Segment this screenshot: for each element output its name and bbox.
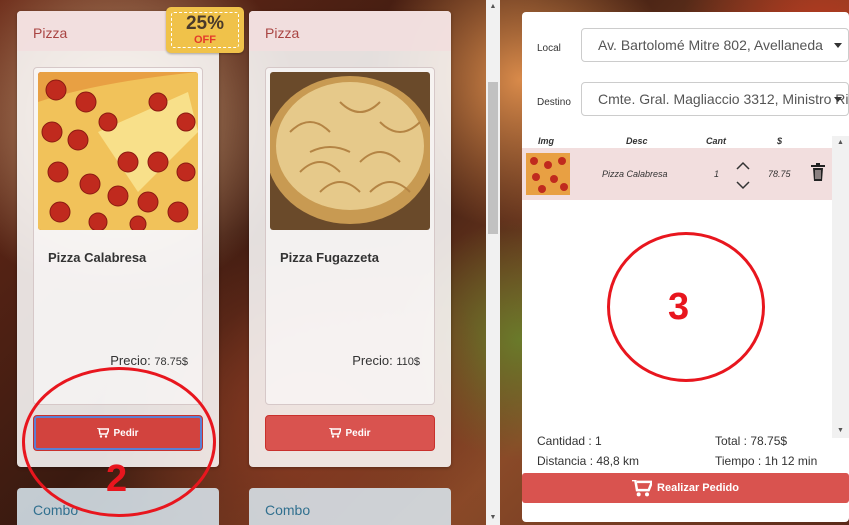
col-desc: Desc	[626, 136, 648, 146]
combo-card[interactable]: Combo	[249, 488, 451, 525]
realizar-pedido-button[interactable]: Realizar Pedido	[522, 473, 849, 503]
chevron-up-icon[interactable]	[735, 160, 751, 172]
product-body: Pizza Calabresa Precio: 78.75$	[33, 67, 203, 405]
col-price: $	[777, 136, 783, 146]
annotation-number: 3	[668, 286, 690, 328]
tiempo-text: Tiempo : 1h 12 min	[715, 454, 818, 468]
col-cant: Cant	[706, 136, 726, 146]
pedir-button-label: Pedir	[345, 427, 371, 439]
combo-category: Combo	[265, 502, 311, 518]
cart-scrollbar[interactable]: ▲ ▼	[832, 136, 849, 438]
destino-value: Cmte. Gral. Magliaccio 3312, Ministro Ri…	[598, 91, 849, 107]
product-card: Pizza Pizza Fugazzeta Precio: 110$ Pedir	[249, 11, 451, 467]
price-value: 78.75$	[154, 356, 188, 368]
item-desc: Pizza Calabresa	[602, 169, 668, 179]
scroll-thumb[interactable]	[488, 82, 498, 234]
product-name: Pizza Fugazzeta	[280, 250, 379, 265]
destino-label: Destino	[537, 97, 571, 108]
scroll-down-icon[interactable]: ▼	[832, 424, 849, 438]
price-value: 110$	[396, 356, 420, 368]
item-qty: 1	[714, 169, 720, 179]
chevron-down-icon[interactable]	[735, 179, 751, 191]
col-img: Img	[538, 136, 555, 146]
product-price: Precio: 78.75$	[110, 353, 188, 368]
product-price: Precio: 110$	[352, 353, 420, 368]
page-scrollbar[interactable]: ▲ ▼	[486, 0, 500, 525]
product-category: Pizza	[249, 11, 451, 51]
pedir-button[interactable]: Pedir	[265, 415, 435, 451]
trash-icon[interactable]	[810, 163, 826, 181]
local-value: Av. Bartolomé Mitre 802, Avellaneda	[598, 37, 823, 53]
destino-select[interactable]: Cmte. Gral. Magliaccio 3312, Ministro Ri…	[581, 82, 849, 116]
total-text: Total : 78.75$	[715, 434, 788, 448]
product-name: Pizza Calabresa	[48, 250, 147, 265]
cart-icon	[329, 428, 342, 438]
scroll-up-icon[interactable]: ▲	[832, 136, 849, 150]
cart-icon	[632, 479, 653, 496]
annotation-number: 2	[106, 458, 128, 500]
chevron-down-icon	[834, 97, 842, 102]
realizar-pedido-label: Realizar Pedido	[657, 482, 739, 494]
product-image-pizza-calabresa	[38, 72, 198, 230]
product-image-pizza-fugazzeta	[270, 72, 430, 230]
local-select[interactable]: Av. Bartolomé Mitre 802, Avellaneda	[581, 28, 849, 62]
discount-percent: 25%	[185, 13, 225, 34]
discount-badge: 25% OFF	[166, 7, 244, 53]
discount-off: OFF	[194, 34, 216, 46]
chevron-down-icon	[834, 43, 842, 48]
scroll-down-icon[interactable]: ▼	[486, 511, 500, 525]
item-price: 78.75	[768, 169, 791, 179]
price-label: Precio:	[110, 353, 151, 368]
distancia-text: Distancia : 48,8 km	[537, 454, 640, 468]
scroll-up-icon[interactable]: ▲	[486, 0, 500, 14]
price-label: Precio:	[352, 353, 393, 368]
product-body: Pizza Fugazzeta Precio: 110$	[265, 67, 435, 405]
table-row: Pizza Calabresa 1 78.75	[522, 148, 832, 200]
cantidad-text: Cantidad : 1	[537, 434, 602, 448]
local-label: Local	[537, 43, 561, 54]
item-thumbnail	[526, 153, 570, 195]
